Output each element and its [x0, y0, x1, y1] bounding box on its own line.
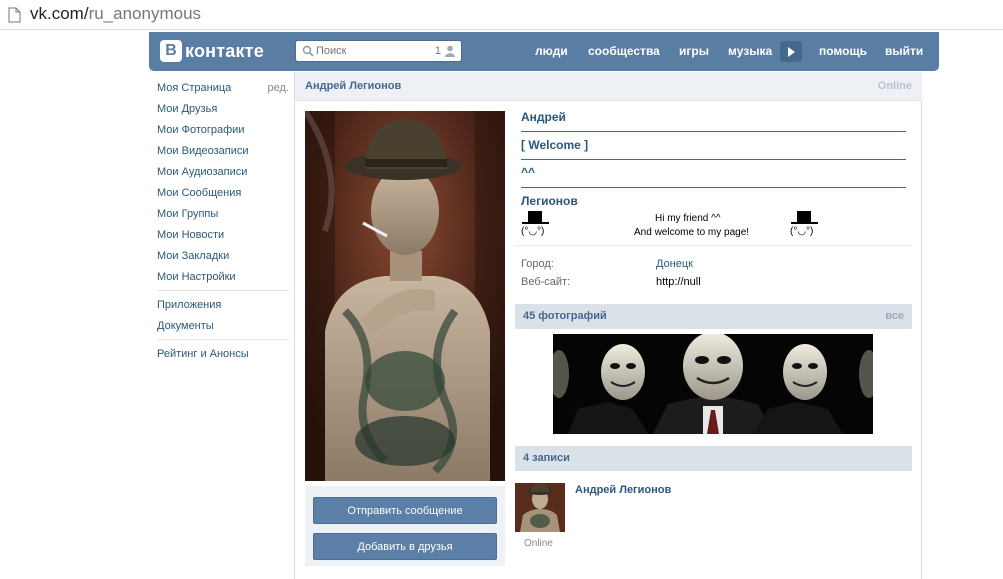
greeting-line-2: And welcome to my page! [634, 227, 750, 238]
person-icon [445, 45, 455, 57]
menu-my-page[interactable]: Моя Страница [157, 82, 231, 94]
ascii-face-left: (°◡°) [521, 226, 545, 237]
nav-communities[interactable]: сообщества [588, 44, 660, 58]
nav-music[interactable]: музыка [728, 44, 772, 58]
info-divider [521, 159, 906, 160]
ascii-face-right: (°◡°) [790, 226, 814, 237]
search-icon [302, 45, 314, 57]
profile-name: Андрей Легионов [305, 80, 402, 92]
city-link[interactable]: Донецк [656, 258, 693, 270]
website-link[interactable]: http://null [656, 276, 701, 288]
info-divider [515, 245, 912, 246]
address-bar[interactable]: vk.com/ru_anonymous [0, 0, 1003, 30]
info-divider [521, 187, 906, 188]
add-friend-button[interactable]: Добавить в друзья [313, 533, 497, 560]
nav-logout[interactable]: выйти [885, 44, 923, 58]
url-domain: vk.com/ [30, 4, 89, 23]
logo-letter: В [160, 40, 182, 62]
menu-my-videos[interactable]: Мои Видеозаписи [157, 145, 249, 157]
info-emote: ^^ [521, 165, 536, 179]
menu-my-news[interactable]: Мои Новости [157, 229, 224, 241]
menu-my-audio[interactable]: Мои Аудиозаписи [157, 166, 247, 178]
post-author-avatar[interactable] [515, 483, 565, 532]
nav-games[interactable]: игры [679, 44, 709, 58]
city-label: Город: [521, 258, 554, 270]
logo-text: контакте [185, 40, 264, 61]
menu-my-photos[interactable]: Мои Фотографии [157, 124, 244, 136]
post-online-status: Online [524, 538, 553, 549]
info-welcome: [ Welcome ] [521, 138, 589, 152]
menu-rating[interactable]: Рейтинг и Анонсы [157, 348, 249, 360]
left-hat-icon [522, 211, 549, 224]
menu-my-settings[interactable]: Мои Настройки [157, 271, 236, 283]
menu-apps[interactable]: Приложения [157, 299, 221, 311]
vk-logo[interactable]: В контакте [160, 40, 264, 62]
menu-documents[interactable]: Документы [157, 320, 214, 332]
menu-divider [157, 339, 289, 340]
post-avatar-image [515, 483, 565, 532]
search-count: 1 [434, 45, 441, 57]
url-path: ru_anonymous [88, 4, 202, 23]
post-author-link[interactable]: Андрей Легионов [575, 484, 671, 496]
send-message-button[interactable]: Отправить сообщение [313, 497, 497, 524]
menu-my-friends[interactable]: Мои Друзья [157, 103, 217, 115]
photos-header[interactable]: 45 фотографий все [515, 304, 912, 329]
profile-photo-image [305, 111, 505, 481]
music-play-button[interactable] [780, 41, 802, 62]
website-label: Веб-сайт: [521, 276, 571, 288]
posts-count: 4 записи [523, 452, 570, 464]
top-header: В контакте 1 люди сообщества игры музыка… [149, 32, 939, 71]
info-divider [521, 131, 906, 132]
search-input[interactable] [316, 43, 426, 59]
info-last-name: Легионов [521, 194, 578, 208]
profile-photo[interactable] [305, 111, 505, 481]
info-first-name: Андрей [521, 110, 566, 124]
menu-my-groups[interactable]: Мои Группы [157, 208, 218, 220]
nav-help[interactable]: помощь [819, 44, 867, 58]
search-box[interactable]: 1 [295, 40, 462, 62]
right-hat-icon [791, 211, 818, 224]
url-text[interactable]: vk.com/ru_anonymous [30, 4, 201, 24]
page-icon [8, 7, 21, 23]
menu-divider [157, 290, 289, 291]
greeting-line-1: Hi my friend ^^ [655, 213, 721, 224]
play-icon [788, 46, 795, 57]
photos-count[interactable]: 45 фотографий [523, 310, 607, 322]
posts-header: 4 записи [515, 446, 912, 471]
menu-my-bookmarks[interactable]: Мои Закладки [157, 250, 229, 262]
photo-banner[interactable] [553, 334, 873, 434]
nav-people[interactable]: люди [535, 44, 568, 58]
menu-my-messages[interactable]: Мои Сообщения [157, 187, 241, 199]
anonymous-masks-image [553, 334, 873, 434]
profile-header: Андрей Легионов Online [295, 72, 922, 101]
photos-all-link[interactable]: все [885, 310, 904, 322]
menu-edit-link[interactable]: ред. [268, 82, 289, 94]
online-status: Online [877, 80, 912, 92]
